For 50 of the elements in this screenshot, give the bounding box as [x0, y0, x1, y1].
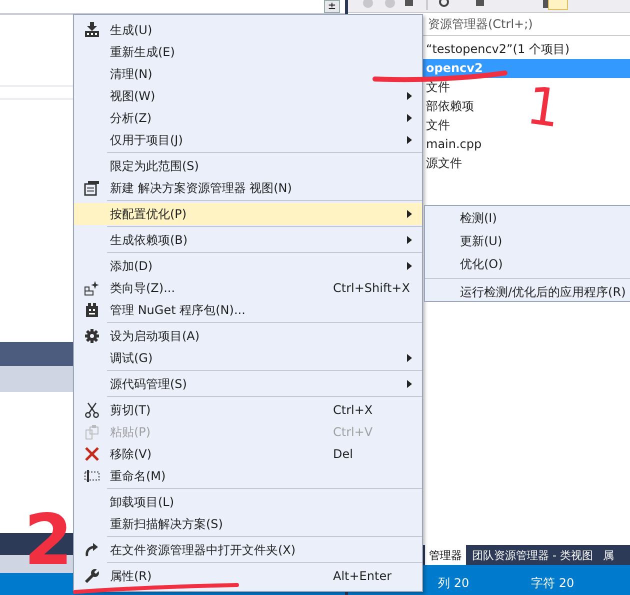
- menu-item[interactable]: 卸载项目(L): [74, 491, 422, 513]
- menu-item[interactable]: 剪切(T) Ctrl+X: [74, 399, 422, 421]
- panel-tab[interactable]: 管理器: [425, 545, 466, 565]
- scissors-icon: [84, 402, 100, 418]
- char-number: 字符 20: [531, 575, 574, 592]
- menu-item[interactable]: 生成依赖项(B): [74, 229, 422, 251]
- menu-item[interactable]: 优化(O): [425, 253, 630, 276]
- menu-item[interactable]: 更新(U): [425, 230, 630, 253]
- menu-item[interactable]: 管理 NuGet 程序包(N)...: [74, 299, 422, 321]
- menu-item[interactable]: 分析(Z): [74, 107, 422, 129]
- annotation-number: 1: [522, 76, 564, 140]
- menu-item[interactable]: 检测(I): [425, 207, 630, 230]
- panel-tab[interactable]: 团队资源管理器 - 类视图: [468, 545, 597, 565]
- curved-arrow-icon: [84, 542, 100, 558]
- menu-item[interactable]: 按配置优化(P): [74, 203, 422, 225]
- menu-item[interactable]: 重命名(M): [74, 465, 422, 487]
- menu-item[interactable]: 设为启动项目(A): [74, 325, 422, 347]
- pin-button[interactable]: ±: [324, 0, 340, 13]
- menu-item[interactable]: 重新扫描解决方案(S): [74, 513, 422, 535]
- rename-icon: [84, 468, 100, 484]
- menu-item[interactable]: 源代码管理(S): [74, 373, 422, 395]
- menu-item[interactable]: 添加(D): [74, 255, 422, 277]
- line-number: 列 20: [438, 575, 470, 592]
- menu-item[interactable]: 类向导(Z)... Ctrl+Shift+X: [74, 277, 422, 299]
- menu-item[interactable]: 仅用于项目(J): [74, 129, 422, 151]
- class-wizard-icon: [84, 280, 100, 296]
- submenu-arrow-icon: [407, 262, 412, 270]
- menu-item[interactable]: 限定为此范围(S): [74, 155, 422, 177]
- wrench-icon: [84, 568, 100, 584]
- menu-item[interactable]: 新建 解决方案资源管理器 视图(N): [74, 177, 422, 199]
- window-icon: [84, 180, 100, 196]
- menu-item[interactable]: 属性(R) Alt+Enter: [74, 565, 422, 587]
- menu-item[interactable]: 运行检测/优化后的应用程序(R): [425, 281, 630, 304]
- menu-item[interactable]: 调试(G): [74, 347, 422, 369]
- submenu-arrow-icon: [407, 380, 412, 388]
- close-icon: [84, 446, 100, 462]
- menu-item[interactable]: 在文件资源管理器中打开文件夹(X): [74, 539, 422, 561]
- submenu-arrow-icon: [407, 92, 412, 100]
- submenu-arrow-icon: [407, 114, 412, 122]
- gear-icon: [84, 328, 100, 344]
- build-icon: [84, 22, 100, 38]
- panel-tab[interactable]: 属: [598, 545, 618, 565]
- clipboard-icon: [84, 424, 100, 440]
- package-icon: [84, 302, 100, 318]
- menu-item[interactable]: 视图(W): [74, 85, 422, 107]
- submenu-arrow-icon: [407, 354, 412, 362]
- submenu-arrow-icon: [407, 210, 412, 218]
- menu-item[interactable]: 移除(V) Del: [74, 443, 422, 465]
- submenu-arrow-icon: [407, 136, 412, 144]
- submenu-arrow-icon: [407, 236, 412, 244]
